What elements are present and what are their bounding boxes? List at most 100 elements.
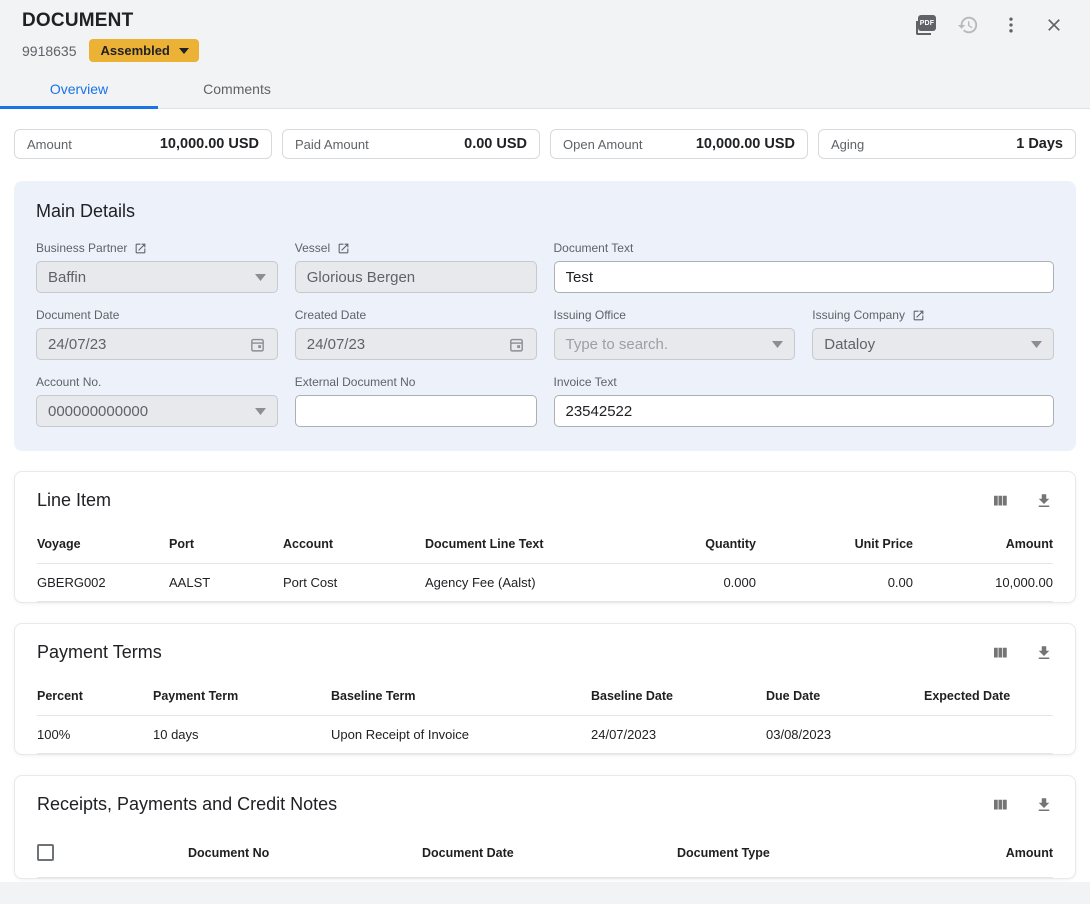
summary-value: 1 Days	[1016, 136, 1063, 152]
calendar-icon	[508, 336, 525, 353]
col-header-baseline-date: Baseline Date	[591, 678, 766, 716]
cell-due-date: 03/08/2023	[766, 716, 924, 754]
col-header-payment-term: Payment Term	[153, 678, 331, 716]
pdf-export-icon[interactable]: PDF	[913, 13, 937, 37]
summary-value: 0.00 USD	[464, 136, 527, 152]
table-row[interactable]: GBERG002 AALST Port Cost Agency Fee (Aal…	[37, 564, 1053, 602]
receipts-table: Document No Document Date Document Type …	[37, 830, 1053, 878]
col-header-document-no: Document No	[188, 830, 422, 878]
tab-overview[interactable]: Overview	[0, 71, 158, 108]
col-header-port: Port	[169, 526, 283, 564]
page-footer-strip	[0, 882, 1090, 904]
selected-value: Baffin	[48, 269, 86, 286]
cell-document-line-text: Agency Fee (Aalst)	[425, 564, 596, 602]
issuing-company-select[interactable]: Dataloy	[812, 328, 1054, 360]
summary-label: Open Amount	[563, 137, 643, 152]
history-icon[interactable]	[956, 13, 980, 37]
calendar-icon	[249, 336, 266, 353]
selected-value: 000000000000	[48, 403, 148, 420]
close-icon[interactable]	[1042, 13, 1066, 37]
chevron-down-icon	[772, 341, 783, 348]
col-header-quantity: Quantity	[596, 526, 756, 564]
cell-payment-term: 10 days	[153, 716, 331, 754]
field-label-text: Issuing Company	[812, 308, 905, 322]
cell-account: Port Cost	[283, 564, 425, 602]
placeholder-text: Type to search.	[566, 336, 669, 353]
issuing-office-select[interactable]: Type to search.	[554, 328, 796, 360]
external-document-no-input[interactable]	[295, 395, 537, 427]
col-header-select-all	[37, 830, 188, 878]
section-title-payment-terms: Payment Terms	[37, 642, 162, 663]
open-in-new-icon[interactable]	[134, 242, 147, 255]
chevron-down-icon	[255, 408, 266, 415]
document-text-input[interactable]	[554, 261, 1055, 293]
summary-card-open-amount: Open Amount 10,000.00 USD	[550, 129, 808, 159]
cell-baseline-term: Upon Receipt of Invoice	[331, 716, 591, 754]
payment-terms-section: Payment Terms Percent Payment Term Basel…	[14, 623, 1076, 755]
account-no-select[interactable]: 000000000000	[36, 395, 278, 427]
tab-comments[interactable]: Comments	[158, 71, 316, 108]
section-title-line-item: Line Item	[37, 490, 111, 511]
column-settings-icon[interactable]	[991, 644, 1009, 662]
col-header-document-type: Document Type	[677, 830, 923, 878]
field-label-text: Issuing Office	[554, 308, 626, 322]
column-settings-icon[interactable]	[991, 796, 1009, 814]
receipts-section: Receipts, Payments and Credit Notes Docu…	[14, 775, 1076, 879]
download-icon[interactable]	[1035, 492, 1053, 510]
field-label-text: Business Partner	[36, 241, 127, 255]
payment-terms-table: Percent Payment Term Baseline Term Basel…	[37, 678, 1053, 754]
field-issuing-company: Issuing Company Dataloy	[812, 308, 1054, 360]
main-details-section: Main Details Business Partner Baffin Ves…	[14, 181, 1076, 451]
field-value: 24/07/23	[307, 336, 365, 353]
field-label-text: Document Date	[36, 308, 119, 322]
selected-value: Dataloy	[824, 336, 875, 353]
line-item-section: Line Item Voyage Port Account Document L…	[14, 471, 1076, 603]
status-badge-label: Assembled	[101, 43, 170, 58]
field-issuing-office: Issuing Office Type to search.	[554, 308, 796, 360]
status-badge[interactable]: Assembled	[89, 39, 199, 62]
chevron-down-icon	[1031, 341, 1042, 348]
open-in-new-icon[interactable]	[337, 242, 350, 255]
kebab-menu-icon[interactable]	[999, 13, 1023, 37]
invoice-text-input[interactable]	[554, 395, 1055, 427]
open-in-new-icon[interactable]	[912, 309, 925, 322]
summary-card-aging: Aging 1 Days	[818, 129, 1076, 159]
summary-label: Paid Amount	[295, 137, 369, 152]
download-icon[interactable]	[1035, 796, 1053, 814]
col-header-document-line-text: Document Line Text	[425, 526, 596, 564]
col-header-voyage: Voyage	[37, 526, 169, 564]
summary-row: Amount 10,000.00 USD Paid Amount 0.00 US…	[14, 129, 1076, 159]
col-header-amount: Amount	[923, 830, 1053, 878]
section-title-main-details: Main Details	[36, 201, 1054, 222]
created-date-field[interactable]: 24/07/23	[295, 328, 537, 360]
cell-quantity: 0.000	[596, 564, 756, 602]
cell-baseline-date: 24/07/2023	[591, 716, 766, 754]
col-header-expected-date: Expected Date	[924, 678, 1053, 716]
download-icon[interactable]	[1035, 644, 1053, 662]
col-header-unit-price: Unit Price	[756, 526, 913, 564]
col-header-due-date: Due Date	[766, 678, 924, 716]
header: DOCUMENT 9918635 Assembled PDF Ov	[0, 0, 1090, 109]
vessel-field: Glorious Bergen	[295, 261, 537, 293]
summary-value: 10,000.00 USD	[160, 136, 259, 152]
summary-value: 10,000.00 USD	[696, 136, 795, 152]
line-item-table: Voyage Port Account Document Line Text Q…	[37, 526, 1053, 602]
col-header-account: Account	[283, 526, 425, 564]
summary-label: Aging	[831, 137, 864, 152]
summary-card-amount: Amount 10,000.00 USD	[14, 129, 272, 159]
business-partner-select[interactable]: Baffin	[36, 261, 278, 293]
field-document-text: Document Text	[554, 241, 1055, 293]
cell-amount: 10,000.00	[913, 564, 1053, 602]
select-all-checkbox[interactable]	[37, 844, 54, 861]
pdf-label-shape: PDF	[918, 15, 936, 31]
page-title: DOCUMENT	[22, 10, 1068, 32]
cell-percent: 100%	[37, 716, 153, 754]
summary-label: Amount	[27, 137, 72, 152]
field-label-text: Vessel	[295, 241, 330, 255]
column-settings-icon[interactable]	[991, 492, 1009, 510]
field-account-no: Account No. 000000000000	[36, 375, 278, 427]
document-date-field[interactable]: 24/07/23	[36, 328, 278, 360]
table-row[interactable]: 100% 10 days Upon Receipt of Invoice 24/…	[37, 716, 1053, 754]
col-header-document-date: Document Date	[422, 830, 677, 878]
field-business-partner: Business Partner Baffin	[36, 241, 278, 293]
